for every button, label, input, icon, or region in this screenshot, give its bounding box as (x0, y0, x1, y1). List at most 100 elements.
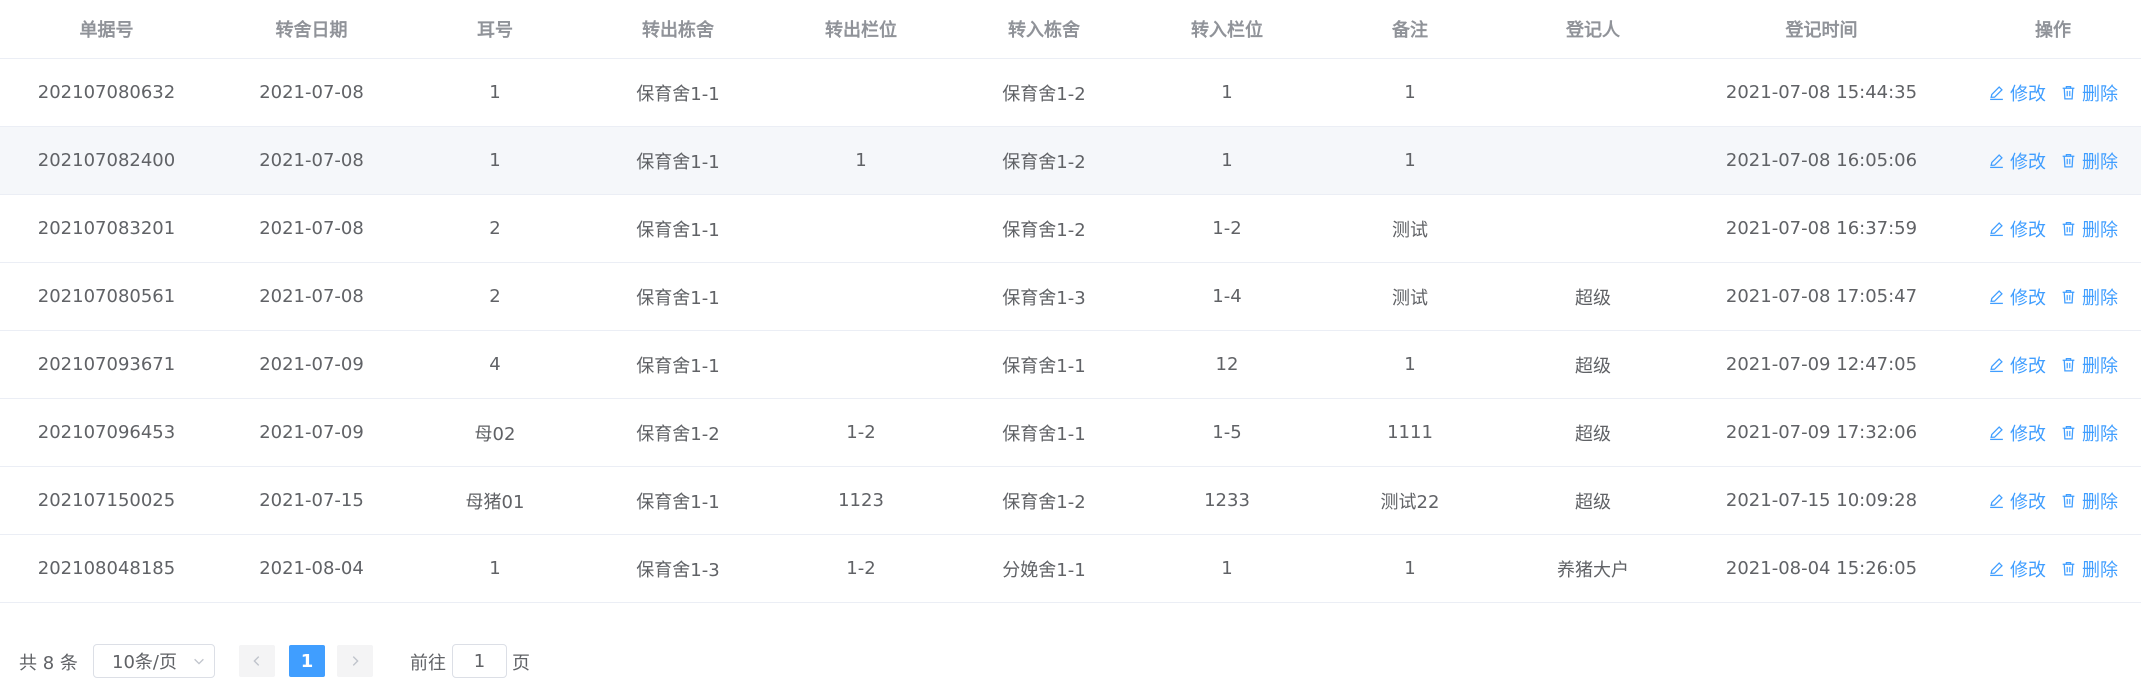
delete-button[interactable]: 删除 (2060, 80, 2118, 106)
edit-icon (1990, 426, 2003, 441)
cell-actions: 修改 删除 (1965, 398, 2141, 467)
cell-register-time: 2021-07-08 16:05:06 (1678, 126, 1965, 195)
cell-note: 测试22 (1312, 466, 1508, 535)
edit-button[interactable]: 修改 (1988, 420, 2046, 446)
cell-out-pen: 1 (776, 126, 946, 195)
cell-ear-tag: 1 (410, 534, 580, 603)
trash-icon (2062, 562, 2075, 576)
cell-transfer-date: 2021-07-09 (213, 398, 410, 467)
edit-button[interactable]: 修改 (1988, 216, 2046, 242)
pagination-total: 共 8 条 (19, 653, 78, 674)
cell-actions: 修改 删除 (1965, 262, 2141, 331)
delete-label: 删除 (2082, 287, 2118, 309)
cell-out-house: 保育舍1-1 (580, 330, 776, 399)
cell-actions: 修改 删除 (1965, 330, 2141, 399)
cell-bill-no: 202107093671 (0, 330, 213, 399)
header-registrar: 登记人 (1508, 0, 1678, 59)
cell-ear-tag: 4 (410, 330, 580, 399)
cell-register-time: 2021-07-09 12:47:05 (1678, 330, 1965, 399)
edit-button[interactable]: 修改 (1988, 148, 2046, 174)
delete-label: 删除 (2082, 219, 2118, 241)
edit-button[interactable]: 修改 (1988, 556, 2046, 582)
header-actions: 操作 (1965, 0, 2141, 59)
prev-page-button[interactable] (239, 645, 275, 677)
edit-label: 修改 (2010, 491, 2046, 513)
transfer-records-table: 单据号 转舍日期 耳号 转出栋舍 转出栏位 转入栋舍 转入栏位 备注 登记人 登… (0, 0, 2141, 603)
trash-icon (2062, 222, 2075, 236)
trash-icon (2062, 358, 2075, 372)
row-actions: 修改 删除 (1965, 488, 2141, 514)
cell-transfer-date: 2021-08-04 (213, 534, 410, 603)
edit-label: 修改 (2010, 287, 2046, 309)
delete-button[interactable]: 删除 (2060, 556, 2118, 582)
delete-label: 删除 (2082, 491, 2118, 513)
cell-ear-tag: 1 (410, 58, 580, 127)
cell-registrar: 超级 (1508, 330, 1678, 399)
cell-in-house: 保育舍1-3 (946, 262, 1142, 331)
table-row: 202107080632 2021-07-08 1 保育舍1-1 保育舍1-2 1 1 202… (0, 58, 2141, 127)
table-row: 202107093671 2021-07-09 4 保育舍1-1 保育舍1-1 12 1 超级… (0, 330, 2141, 399)
row-actions: 修改 删除 (1965, 556, 2141, 582)
cell-in-pen: 12 (1142, 330, 1312, 399)
edit-icon (1990, 222, 2003, 237)
cell-out-pen: 1-2 (776, 534, 946, 603)
cell-note: 1 (1312, 58, 1508, 127)
table-row: 202107080561 2021-07-08 2 保育舍1-1 保育舍1-3 1-4 测试… (0, 262, 2141, 331)
cell-ear-tag: 母02 (410, 398, 580, 467)
delete-button[interactable]: 删除 (2060, 352, 2118, 378)
edit-label: 修改 (2010, 355, 2046, 377)
header-in-pen: 转入栏位 (1142, 0, 1312, 59)
delete-label: 删除 (2082, 355, 2118, 377)
delete-button[interactable]: 删除 (2060, 148, 2118, 174)
cell-transfer-date: 2021-07-15 (213, 466, 410, 535)
cell-registrar: 超级 (1508, 398, 1678, 467)
delete-label: 删除 (2082, 83, 2118, 105)
cell-in-pen: 1 (1142, 534, 1312, 603)
table-row: 202107083201 2021-07-08 2 保育舍1-1 保育舍1-2 1-2 测试… (0, 194, 2141, 263)
row-actions: 修改 删除 (1965, 420, 2141, 446)
delete-button[interactable]: 删除 (2060, 284, 2118, 310)
row-actions: 修改 删除 (1965, 216, 2141, 242)
cell-ear-tag: 2 (410, 262, 580, 331)
chevron-down-icon (194, 658, 204, 665)
edit-button[interactable]: 修改 (1988, 284, 2046, 310)
cell-in-pen: 1 (1142, 126, 1312, 195)
row-actions: 修改 删除 (1965, 352, 2141, 378)
cell-in-house: 保育舍1-2 (946, 126, 1142, 195)
cell-actions: 修改 删除 (1965, 466, 2141, 535)
cell-note: 测试 (1312, 262, 1508, 331)
edit-button[interactable]: 修改 (1988, 80, 2046, 106)
trash-icon (2062, 426, 2075, 440)
cell-out-pen (776, 330, 946, 399)
edit-label: 修改 (2010, 83, 2046, 105)
goto-page-input[interactable] (452, 644, 507, 678)
data-table-container: 单据号 转舍日期 耳号 转出栋舍 转出栏位 转入栋舍 转入栏位 备注 登记人 登… (0, 0, 2141, 603)
page-unit-label: 页 (512, 653, 530, 674)
edit-icon (1990, 290, 2003, 305)
cell-out-house: 保育舍1-2 (580, 398, 776, 467)
edit-icon (1990, 358, 2003, 373)
cell-note: 1111 (1312, 398, 1508, 467)
delete-button[interactable]: 删除 (2060, 420, 2118, 446)
cell-registrar: 超级 (1508, 262, 1678, 331)
table-body: 202107080632 2021-07-08 1 保育舍1-1 保育舍1-2 1 1 202… (0, 58, 2141, 603)
page-number-current[interactable]: 1 (289, 645, 325, 677)
delete-label: 删除 (2082, 559, 2118, 581)
table-row: 202107150025 2021-07-15 母猪01 保育舍1-1 1123 保育舍1… (0, 466, 2141, 535)
header-bill-no: 单据号 (0, 0, 213, 59)
cell-out-house: 保育舍1-1 (580, 466, 776, 535)
pagination: 共 8 条 10条/页 1 前往 页 (0, 644, 2141, 680)
page-size-select[interactable]: 10条/页 (93, 644, 215, 678)
edit-label: 修改 (2010, 151, 2046, 173)
table-header-row: 单据号 转舍日期 耳号 转出栋舍 转出栏位 转入栋舍 转入栏位 备注 登记人 登… (0, 0, 2141, 59)
next-page-button[interactable] (337, 645, 373, 677)
edit-button[interactable]: 修改 (1988, 488, 2046, 514)
cell-in-house: 分娩舍1-1 (946, 534, 1142, 603)
cell-registrar: 养猪大户 (1508, 534, 1678, 603)
cell-in-house: 保育舍1-2 (946, 58, 1142, 127)
delete-button[interactable]: 删除 (2060, 216, 2118, 242)
cell-transfer-date: 2021-07-08 (213, 194, 410, 263)
edit-button[interactable]: 修改 (1988, 352, 2046, 378)
cell-registrar (1508, 194, 1678, 263)
delete-button[interactable]: 删除 (2060, 488, 2118, 514)
